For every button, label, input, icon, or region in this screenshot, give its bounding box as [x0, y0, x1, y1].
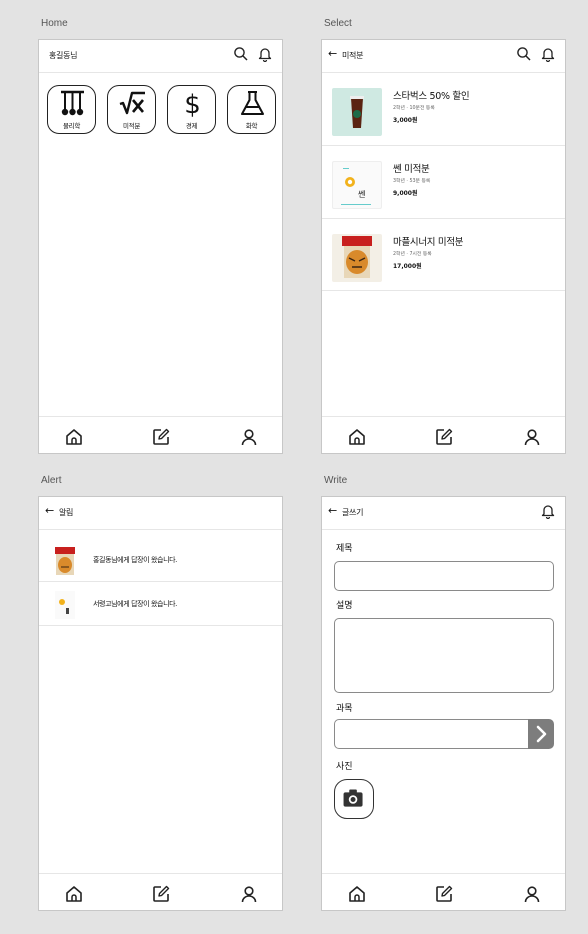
subject-select[interactable]: [334, 719, 530, 749]
list-item[interactable]: 마플시너지 미적분 2학년 · 7시전 등록 17,000원: [322, 220, 565, 291]
item-price: 3,000원: [393, 117, 418, 124]
select-screen: ← 미적분 스타벅스 50% 할인 2학년 · 10문전 등록 3,000원 쎈…: [321, 39, 566, 454]
bell-icon[interactable]: [540, 503, 556, 519]
page-title: 글쓰기: [342, 508, 364, 517]
bottom-nav: [322, 416, 565, 453]
dollar-icon: $: [184, 90, 201, 117]
category-label: 경제: [185, 122, 198, 130]
item-title: 스타벅스 50% 할인: [393, 91, 470, 102]
page-title: 미적분: [342, 51, 364, 60]
camera-icon: [343, 789, 363, 807]
frame-label-write: Write: [324, 475, 348, 486]
home-icon[interactable]: [347, 427, 367, 447]
item-meta: 2학년 · 10문전 등록: [393, 106, 435, 111]
frame-label-alert: Alert: [41, 475, 62, 486]
book-thumbnail: 쎈: [332, 161, 382, 209]
write-icon[interactable]: [434, 427, 454, 447]
notification-text: 홍길동님에게 답장이 왔습니다.: [93, 556, 177, 564]
list-item[interactable]: 쎈 쎈 미적분 3학년 · 53분 등록 9,000원: [322, 147, 565, 219]
bell-icon[interactable]: [540, 46, 556, 62]
category-calculus[interactable]: 미적분: [107, 85, 156, 134]
item-meta: 3학년 · 53분 등록: [393, 179, 431, 184]
home-header: 홍길동님: [39, 40, 282, 73]
write-header: ← 글쓰기: [322, 497, 565, 530]
title-label: 제목: [336, 544, 353, 554]
search-icon[interactable]: [516, 46, 532, 62]
back-arrow-icon[interactable]: ←: [45, 504, 54, 517]
user-greeting: 홍길동님: [49, 51, 78, 60]
category-label: 화학: [245, 122, 258, 130]
home-icon[interactable]: [64, 884, 84, 904]
subject-picker-button[interactable]: [528, 719, 554, 749]
title-input[interactable]: [334, 561, 554, 591]
frame-label-select: Select: [324, 18, 352, 29]
svg-text:쎈: 쎈: [358, 189, 365, 199]
item-price: 9,000원: [393, 190, 418, 197]
tiger-book-thumbnail: [53, 546, 77, 576]
back-arrow-icon[interactable]: ←: [328, 47, 337, 60]
category-physics[interactable]: 물리학: [47, 85, 96, 134]
item-price: 17,000원: [393, 263, 422, 270]
home-icon[interactable]: [347, 884, 367, 904]
write-screen: ← 글쓰기 제목 설명 과목 사진: [321, 496, 566, 911]
svg-text:$: $: [184, 90, 201, 117]
home-icon[interactable]: [64, 427, 84, 447]
frame-label-home: Home: [41, 18, 68, 29]
bottom-nav: [322, 873, 565, 910]
item-meta: 2학년 · 7시전 등록: [393, 252, 432, 257]
physics-icon: [61, 90, 84, 116]
write-icon[interactable]: [434, 884, 454, 904]
bottom-nav: [39, 416, 282, 453]
item-title: 쎈 미적분: [393, 164, 430, 175]
description-label: 설명: [336, 601, 353, 611]
category-label: 물리학: [62, 122, 81, 130]
notification-item[interactable]: 홍길동님에게 답장이 왔습니다.: [39, 538, 282, 582]
subject-label: 과목: [336, 704, 353, 714]
sqrt-icon: [119, 91, 145, 115]
notification-text: 서령고님에게 답장이 왔습니다.: [93, 600, 177, 608]
category-economics[interactable]: $ 경제: [167, 85, 216, 134]
description-textarea[interactable]: [334, 618, 554, 693]
book-thumbnail: [53, 590, 77, 620]
profile-icon[interactable]: [522, 427, 542, 447]
category-label: 미적분: [122, 122, 141, 130]
back-arrow-icon[interactable]: ←: [328, 504, 337, 517]
add-photo-button[interactable]: [334, 779, 374, 819]
write-icon[interactable]: [151, 427, 171, 447]
chevron-right-icon: [536, 725, 547, 743]
profile-icon[interactable]: [522, 884, 542, 904]
home-screen: 홍길동님 물리학 미적분 $ 경제 화학: [38, 39, 283, 454]
notification-item[interactable]: 서령고님에게 답장이 왔습니다.: [39, 582, 282, 626]
select-header: ← 미적분: [322, 40, 565, 73]
profile-icon[interactable]: [239, 427, 259, 447]
flask-icon: [241, 91, 264, 115]
item-title: 마플시너지 미적분: [393, 237, 464, 248]
page-title: 알림: [59, 508, 74, 517]
photo-label: 사진: [336, 762, 353, 772]
write-icon[interactable]: [151, 884, 171, 904]
bell-icon[interactable]: [257, 46, 273, 62]
search-icon[interactable]: [233, 46, 249, 62]
coffee-thumbnail: [332, 88, 382, 136]
category-chemistry[interactable]: 화학: [227, 85, 276, 134]
bottom-nav: [39, 873, 282, 910]
alert-screen: ← 알림 홍길동님에게 답장이 왔습니다. 서령고님에게 답장이 왔습니다.: [38, 496, 283, 911]
profile-icon[interactable]: [239, 884, 259, 904]
list-item[interactable]: 스타벅스 50% 할인 2학년 · 10문전 등록 3,000원: [322, 74, 565, 146]
alert-header: ← 알림: [39, 497, 282, 530]
tiger-book-thumbnail: [332, 234, 382, 282]
